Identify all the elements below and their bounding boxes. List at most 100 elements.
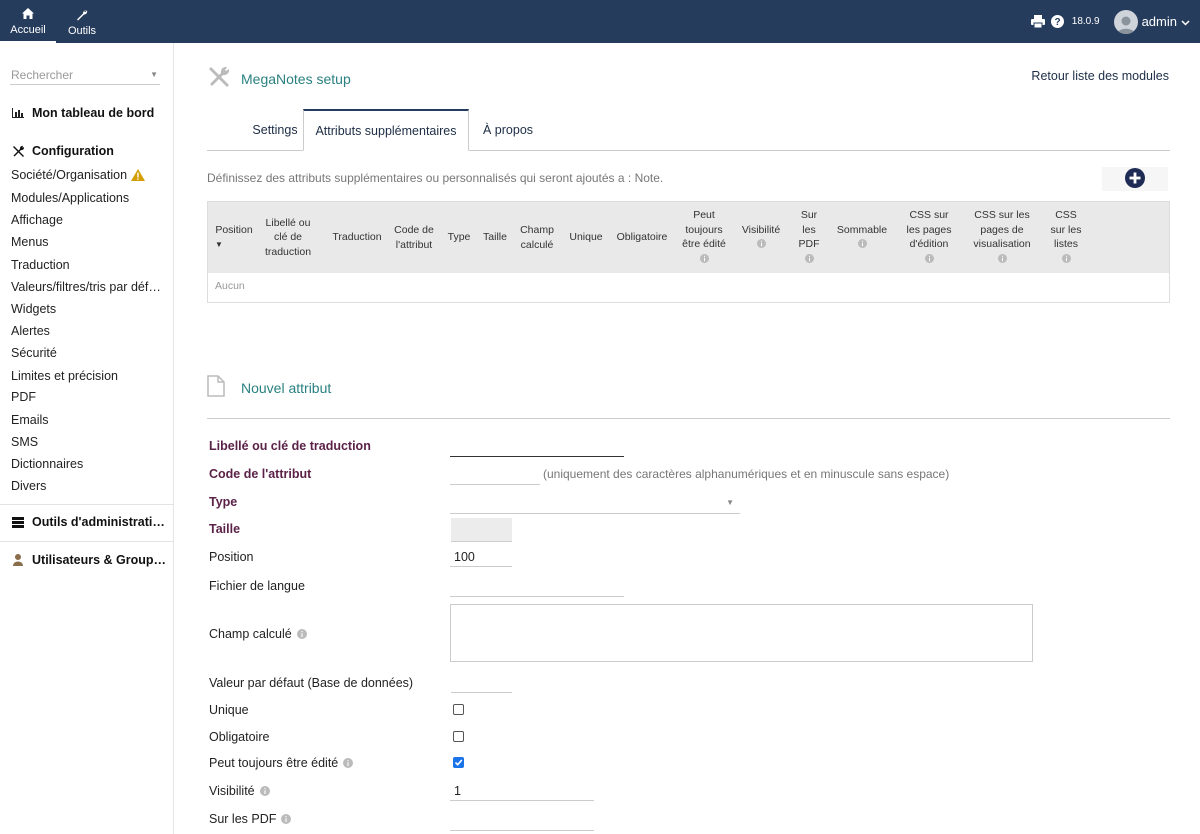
sidebar-item-widgets[interactable]: Widgets: [11, 302, 56, 316]
avatar[interactable]: [1113, 9, 1138, 34]
sidebar-item-translation[interactable]: Traduction: [11, 258, 70, 272]
info-icon[interactable]: [259, 786, 270, 796]
col-label: Obligatoire: [616, 231, 668, 244]
sidebar-item-label: Affichage: [11, 213, 63, 227]
col-label: CSS sur les listes: [1050, 209, 1082, 250]
info-icon[interactable]: [756, 238, 766, 253]
code-field-label: Code de l'attribut: [209, 467, 311, 481]
warning-icon: [131, 169, 146, 181]
col-label: Libellé ou clé de traduction: [264, 216, 312, 258]
back-to-modules-link[interactable]: Retour liste des modules: [1031, 69, 1169, 83]
col-css-view: CSS sur les pages de visualisation: [964, 202, 1040, 273]
col-position[interactable]: Position ▼: [208, 202, 260, 273]
sidebar-item-dictionaries[interactable]: Dictionnaires: [11, 457, 83, 471]
sidebar-item-menus[interactable]: Menus: [11, 235, 49, 249]
sidebar-item-emails[interactable]: Emails: [11, 413, 49, 427]
info-icon[interactable]: [924, 253, 934, 268]
required-checkbox[interactable]: [453, 731, 464, 742]
new-attribute-header: Nouvel attribut: [207, 375, 331, 400]
sidebar-dashboard[interactable]: Mon tableau de bord: [11, 106, 154, 120]
username[interactable]: admin: [1142, 14, 1177, 29]
info-icon[interactable]: [343, 758, 354, 768]
sidebar-item-label: Société/Organisation: [11, 168, 128, 182]
unique-checkbox[interactable]: [453, 704, 464, 715]
computed-field-label: Champ calculé: [209, 627, 307, 641]
chart-icon: [11, 108, 25, 118]
col-label: Sommable: [836, 223, 888, 236]
table-empty-row: Aucun: [215, 280, 245, 292]
default-value-input[interactable]: [451, 673, 512, 693]
size-input[interactable]: [451, 518, 512, 542]
add-attribute-button[interactable]: [1102, 167, 1168, 191]
info-icon[interactable]: [857, 238, 867, 253]
sidebar-configuration-label: Configuration: [32, 144, 114, 158]
col-label: Position: [215, 224, 253, 236]
col-translation: Traduction: [328, 202, 386, 273]
label-field-label: Libellé ou clé de traduction: [209, 439, 371, 453]
label-input[interactable]: [450, 437, 624, 457]
top-bar: Accueil Outils ? 18.0.9 admin: [0, 0, 1200, 43]
plus-circle-icon: [1125, 167, 1145, 191]
sidebar-item-display[interactable]: Affichage: [11, 213, 63, 227]
sidebar-item-pdf[interactable]: PDF: [11, 390, 36, 404]
print-icon[interactable]: [1030, 15, 1045, 28]
help-icon[interactable]: ?: [1050, 15, 1064, 28]
sidebar-item-misc[interactable]: Divers: [11, 479, 46, 493]
nav-home[interactable]: Accueil: [0, 0, 56, 43]
tab-extra-attributes[interactable]: Attributs supplémentaires: [303, 109, 469, 151]
col-label: Sur les PDF: [798, 209, 820, 250]
nav-tools[interactable]: Outils: [56, 0, 108, 43]
info-icon[interactable]: [699, 253, 709, 268]
search-input[interactable]: Rechercher ▼: [10, 65, 160, 85]
info-icon[interactable]: [1061, 253, 1071, 268]
caret-down-icon: ▼: [150, 70, 158, 79]
top-right: ? 18.0.9 admin: [1030, 0, 1190, 43]
always-editable-checkbox[interactable]: [453, 757, 464, 768]
label-text: Visibilité: [209, 784, 255, 798]
sidebar-item-alerts[interactable]: Alertes: [11, 324, 50, 338]
col-computed: Champ calculé: [514, 202, 560, 273]
sidebar-item-defaults[interactable]: Valeurs/filtres/tris par déf…: [11, 280, 161, 294]
type-select[interactable]: ▼: [450, 492, 740, 514]
svg-text:?: ?: [1054, 17, 1060, 28]
position-input[interactable]: [450, 547, 512, 567]
sidebar-item-label: Divers: [11, 479, 47, 493]
sidebar-item-security[interactable]: Sécurité: [11, 346, 57, 360]
sidebar-item-limits[interactable]: Limites et précision: [11, 369, 118, 383]
col-label: Unique: [569, 231, 603, 244]
sidebar-users-groups[interactable]: Utilisateurs & Group…: [11, 553, 166, 567]
visibility-input[interactable]: [450, 781, 594, 801]
on-pdf-input[interactable]: [450, 811, 594, 831]
sidebar-item-company[interactable]: Société/Organisation: [11, 168, 146, 182]
tab-about[interactable]: À propos: [469, 109, 547, 151]
sidebar-users-groups-label: Utilisateurs & Group…: [32, 553, 167, 567]
sidebar-item-label: PDF: [11, 390, 36, 404]
computed-textarea[interactable]: [450, 604, 1033, 662]
nav-home-label: Accueil: [10, 23, 46, 36]
unique-field-label: Unique: [209, 703, 249, 717]
info-icon[interactable]: [997, 253, 1007, 268]
server-icon: [11, 516, 25, 528]
col-always-editable: Peut toujours être édité: [673, 202, 735, 273]
sidebar-admin-tools[interactable]: Outils d'administrati…: [11, 515, 165, 529]
sidebar-configuration[interactable]: Configuration: [11, 144, 114, 158]
chevron-down-icon[interactable]: [1181, 14, 1190, 29]
wrench-icon: [76, 7, 88, 23]
sidebar-item-sms[interactable]: SMS: [11, 435, 38, 449]
col-label: Champ calculé: [520, 224, 554, 251]
lang-file-input[interactable]: [450, 577, 624, 597]
label-text: Sur les PDF: [209, 812, 277, 826]
col-required: Obligatoire: [611, 202, 673, 273]
info-icon[interactable]: [804, 253, 814, 268]
page-title: MegaNotes setup: [241, 70, 351, 87]
sidebar-item-modules[interactable]: Modules/Applications: [11, 191, 129, 205]
sort-down-icon: ▼: [215, 239, 223, 249]
sidebar-item-label: Traduction: [11, 258, 70, 272]
label-text: Libellé ou clé de traduction: [209, 439, 371, 453]
info-icon[interactable]: [296, 629, 307, 639]
code-input[interactable]: [450, 465, 540, 485]
nav-tools-label: Outils: [67, 24, 97, 37]
col-size: Taille: [476, 202, 514, 273]
info-icon[interactable]: [281, 814, 292, 824]
label-text: Valeur par défaut (Base de données): [209, 676, 414, 690]
